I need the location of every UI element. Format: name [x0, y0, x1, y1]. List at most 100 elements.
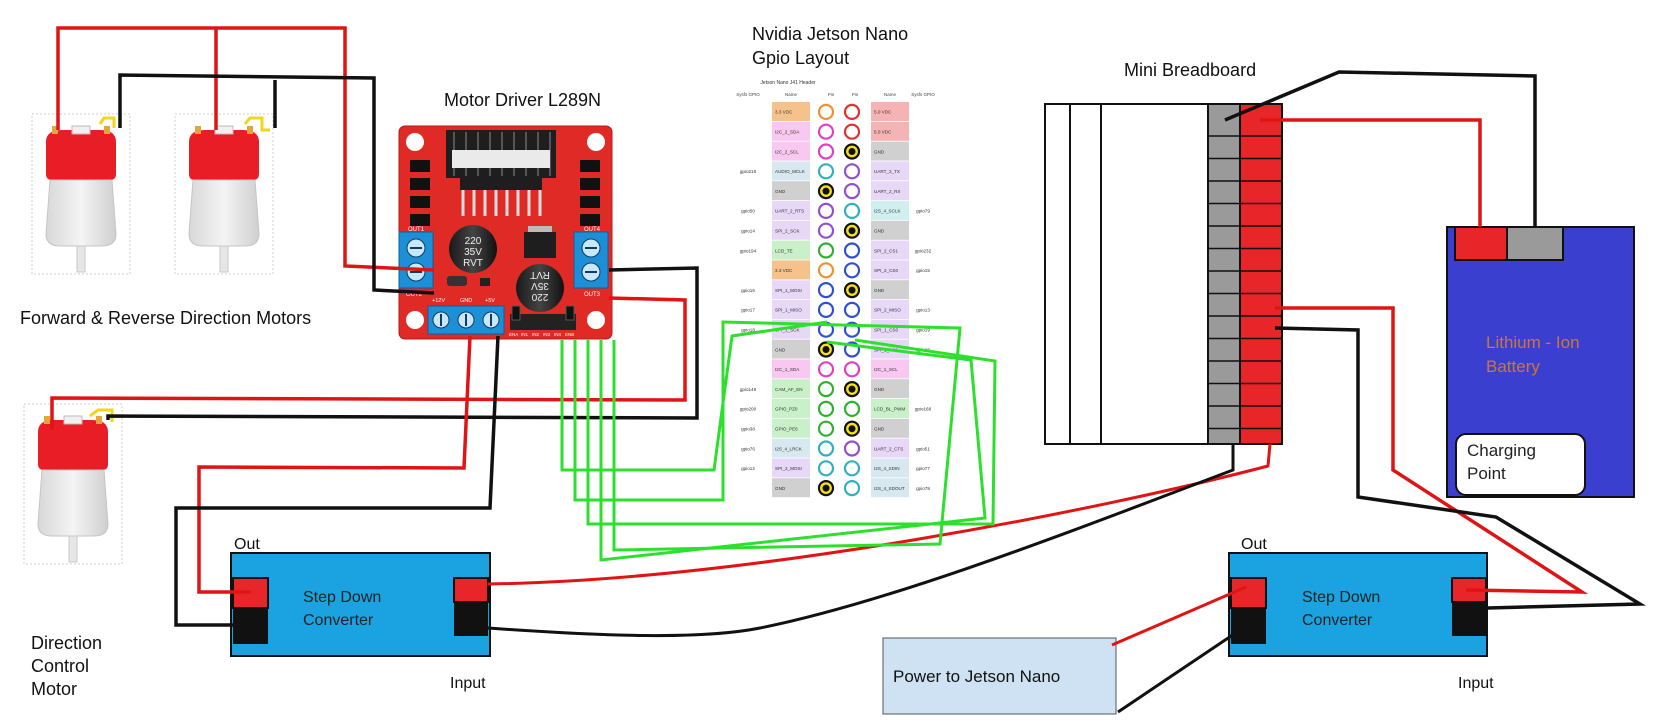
converter-right-input-label: Input: [1458, 675, 1494, 692]
step-down-converter-right: Step Down Converter: [1228, 552, 1488, 657]
step-down-converter-left: Step Down Converter: [230, 552, 491, 657]
svg-text:GND: GND: [460, 298, 472, 304]
svg-text:Step Down: Step Down: [1302, 589, 1380, 606]
converter-left-out-label: Out: [234, 536, 260, 553]
gpio-label: SPI_1_MOSI: [775, 288, 802, 293]
gpio-label: UART_2_CTS: [874, 446, 903, 451]
capacitor-icon: 220 35V RVT: [449, 225, 497, 273]
gpio-row: gpio17 SPI_1_MISO SPI_2_MISO gpio13: [741, 300, 930, 319]
wire-red: [1111, 585, 1247, 647]
gpio-label: UART_2_RTS: [775, 209, 804, 214]
gpio-label: gpio200: [740, 407, 757, 412]
breadboard-title: Mini Breadboard: [1124, 60, 1256, 80]
svg-text:220: 220: [531, 291, 548, 302]
mini-breadboard: [1044, 103, 1283, 445]
gpio-pin: [817, 361, 835, 378]
gpio-row: I2C_2_SCL GND: [772, 141, 909, 161]
dc-motor-icon: [174, 113, 274, 275]
svg-text:Charging: Charging: [1467, 441, 1536, 460]
gpio-label: I2C_1_SDA: [775, 367, 800, 372]
gpio-label: GND: [874, 387, 885, 392]
gpio-pin: [843, 301, 861, 318]
gpio-label: I2S_4_SDOUT: [874, 486, 905, 491]
svg-text:OUT1: OUT1: [408, 227, 425, 233]
gpio-label: I2C_1_SCL: [874, 367, 898, 372]
gpio-column-header: Sysfs GPIO: [911, 92, 935, 97]
motor-direction: [23, 403, 123, 565]
converter-left-input-label: Input: [450, 675, 486, 692]
gpio-label: CAM_AF_EN: [775, 387, 803, 392]
gpio-label: GND: [874, 149, 885, 154]
gpio-label: GND: [874, 427, 885, 432]
gpio-label: gpio216: [740, 169, 757, 174]
gpio-pin: [843, 242, 861, 259]
gpio-row: gpio14 SPI_2_SCK GND: [741, 220, 909, 240]
gpio-label: GPIO_PZ0: [775, 407, 798, 412]
gpio-pin: [817, 163, 835, 180]
gpio-row: gpio216 AUDIO_MCLK UART_2_TX: [740, 161, 909, 181]
jetson-subtitle: Gpio Layout: [752, 48, 849, 68]
dc-motor-icon: [23, 403, 123, 565]
svg-text:Converter: Converter: [1302, 612, 1373, 629]
svg-text:ENB: ENB: [565, 332, 574, 337]
gpio-pin: [843, 262, 861, 279]
gpio-label: GND: [874, 229, 885, 234]
gpio-label: SPI_2_CS1: [874, 248, 898, 253]
wire-black: [118, 73, 435, 295]
svg-text:Point: Point: [1467, 464, 1506, 483]
gpio-header-table: Jetson Nano J41 Header Sysfs GPIO Name Pin…: [736, 80, 935, 498]
gpio-row: gpio200 GPIO_PZ0 LCD_BL_PWM gpio168: [740, 399, 932, 418]
gpio-label: GND: [775, 347, 786, 352]
wire-black: [1117, 624, 1247, 714]
gpio-pin: [817, 381, 835, 398]
gpio-label: SPI_2_MOSI: [775, 466, 802, 471]
gpio-label: gpio14: [741, 229, 755, 234]
gpio-pin: [843, 183, 861, 200]
gpio-label: gpio15: [916, 268, 930, 273]
lithium-ion-battery: Lithium - Ion Battery Charging Point: [1446, 226, 1635, 498]
svg-text:IN3: IN3: [543, 332, 551, 337]
svg-text:IN1: IN1: [521, 332, 529, 337]
gpio-row: GND I2S_4_SDOUT gpio78: [772, 478, 930, 498]
gpio-pin: [843, 202, 861, 219]
gpio-pin: [817, 143, 835, 160]
gpio-column-header: Pin: [852, 92, 859, 97]
gpio-column-header: Sysfs GPIO: [736, 92, 760, 97]
svg-text:IN2: IN2: [532, 332, 540, 337]
svg-text:Lithium - Ion: Lithium - Ion: [1486, 333, 1580, 352]
gpio-label: UART_2_RX: [874, 189, 900, 194]
gpio-pin: [817, 282, 835, 299]
gpio-label: 5.0 VDC: [874, 110, 892, 115]
gpio-label: 5.0 VDC: [874, 130, 892, 135]
gpio-pin: [817, 440, 835, 457]
svg-text:Jetson Nano J41 Header: Jetson Nano J41 Header: [760, 80, 816, 86]
gpio-label: gpio194: [740, 248, 757, 253]
gpio-row: GND UART_2_RX: [772, 181, 909, 201]
gpio-label: gpio16: [741, 288, 755, 293]
svg-text:35V: 35V: [531, 280, 549, 291]
gpio-pin: [843, 103, 861, 121]
gpio-pin: [817, 262, 835, 279]
gpio-pin: [843, 123, 861, 140]
gpio-row: gpio38 GPIO_PE6 GND: [741, 418, 909, 438]
gpio-pin: [817, 301, 835, 318]
gpio-label: GND: [775, 189, 786, 194]
gpio-pin: [843, 163, 861, 180]
svg-text:35V: 35V: [464, 247, 482, 258]
gpio-label: gpio232: [915, 248, 932, 253]
gpio-column-header: Name: [884, 92, 897, 97]
svg-text:RVT: RVT: [463, 258, 483, 269]
dc-motor-icon: [31, 113, 131, 275]
gpio-label: I2C_2_SCL: [775, 149, 799, 154]
gpio-row: gpio12 SPI_2_MOSI I2S_4_SDIN gpio77: [741, 458, 930, 478]
gpio-pin: [817, 400, 835, 417]
gpio-label: I2C_2_SDA: [775, 130, 800, 135]
svg-text:IN4: IN4: [554, 332, 562, 337]
gpio-row: gpio149 CAM_AF_EN GND: [740, 379, 909, 399]
gpio-row: 3.3 VDC 5.0 VDC: [772, 102, 909, 121]
gpio-label: UART_2_TX: [874, 169, 900, 174]
gpio-label: GPIO_PE6: [775, 427, 798, 432]
converter-right-out-label: Out: [1241, 536, 1267, 553]
gpio-label: SPI_1_CS0: [874, 328, 898, 333]
gpio-pin: [843, 440, 861, 457]
